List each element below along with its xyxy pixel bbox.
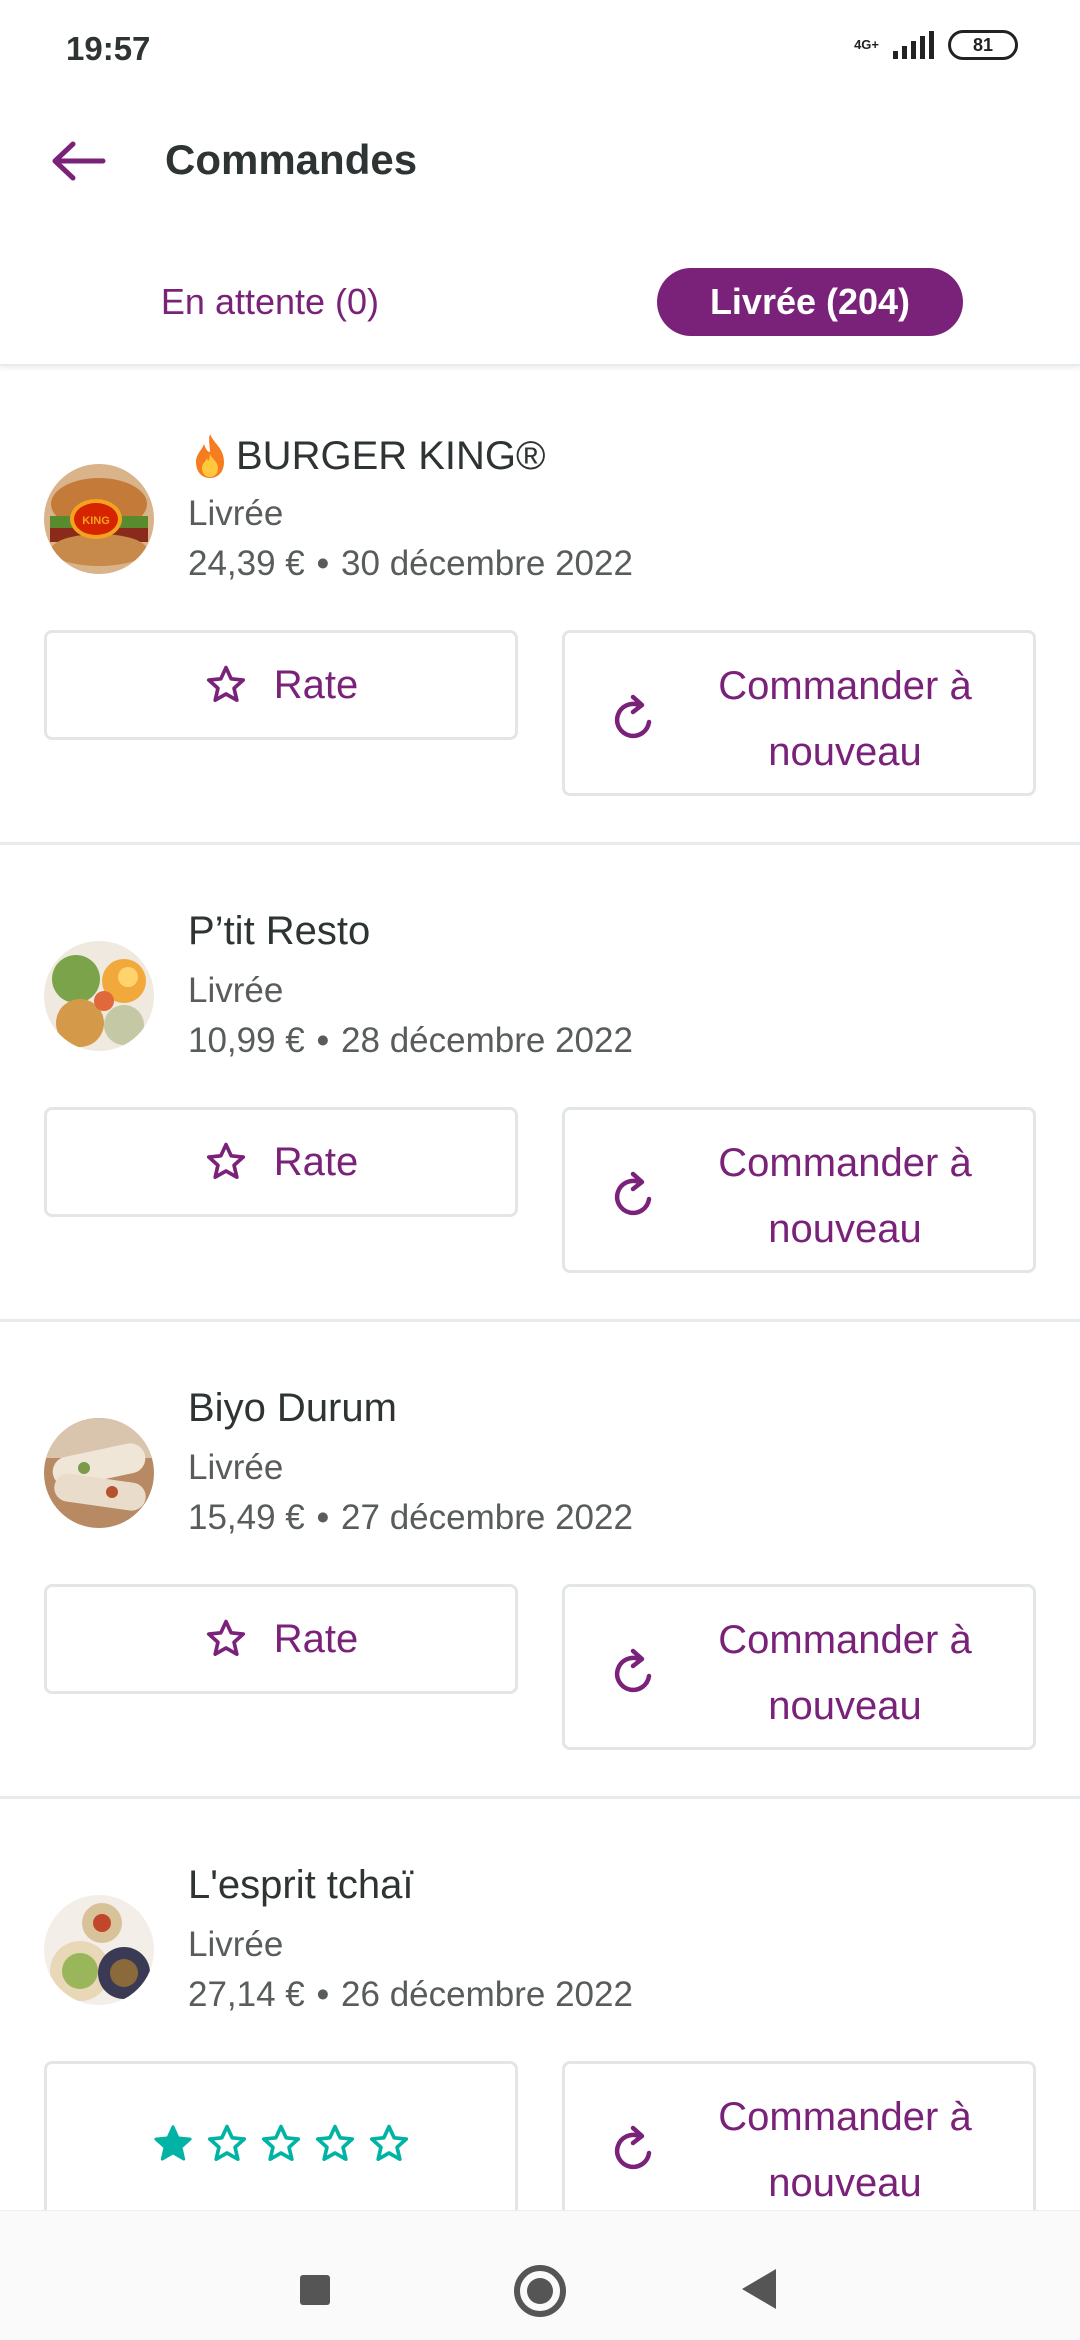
order-date: 28 décembre 2022 xyxy=(341,1021,633,1060)
rate-label: Rate xyxy=(273,662,359,707)
orders-list: KING BURGER KING® Livrée 24,39 € • 30 dé… xyxy=(0,368,1080,2276)
reorder-button[interactable]: Commander à nouveau xyxy=(562,630,1036,796)
signal-icon xyxy=(893,31,934,59)
star-outline-icon xyxy=(206,1142,245,1180)
star-outline-icon xyxy=(206,665,245,703)
tab-pending[interactable]: En attente (0) xyxy=(130,268,410,336)
reorder-button[interactable]: Commander à nouveau xyxy=(562,1584,1036,1750)
refresh-icon xyxy=(614,694,652,739)
order-date: 27 décembre 2022 xyxy=(341,1498,633,1537)
status-indicators: 4G+ 81 xyxy=(854,30,1018,60)
network-type-label: 4G+ xyxy=(854,37,879,52)
order-price: 10,99 € xyxy=(188,1021,305,1060)
reorder-button[interactable]: Commander à nouveau xyxy=(562,1107,1036,1273)
order-card[interactable]: Biyo Durum Livrée 15,49 € • 27 décembre … xyxy=(0,1322,1080,1799)
star-filled-icon xyxy=(154,2125,192,2161)
rate-label: Rate xyxy=(273,1616,359,1661)
order-status: Livrée xyxy=(188,1448,284,1487)
order-date: 26 décembre 2022 xyxy=(341,1975,633,2014)
reorder-label: Commander à nouveau xyxy=(718,664,972,774)
app-header: Commandes xyxy=(0,96,1080,226)
separator-dot: • xyxy=(316,1021,330,1060)
order-status: Livrée xyxy=(188,971,284,1010)
rate-button[interactable]: Rate xyxy=(44,1584,518,1694)
order-card[interactable]: L'esprit tchaï Livrée 27,14 € • 26 décem… xyxy=(0,1799,1080,2276)
fire-icon xyxy=(196,434,224,478)
back-button[interactable] xyxy=(44,126,114,196)
restaurant-name: Biyo Durum xyxy=(188,1386,397,1430)
star-teal-outline-icon xyxy=(369,2124,409,2162)
restaurant-name: P’tit Resto xyxy=(188,909,371,953)
order-card[interactable]: P’tit Resto Livrée 10,99 € • 28 décembre… xyxy=(0,845,1080,1322)
separator-dot: • xyxy=(316,1498,330,1537)
restaurant-avatar xyxy=(44,941,154,1051)
restaurant-name: L'esprit tchaï xyxy=(188,1863,414,1907)
refresh-icon xyxy=(614,2125,652,2170)
status-bar: 19:57 4G+ 81 xyxy=(0,0,1080,96)
star-teal-outline-icon xyxy=(207,2124,247,2162)
rating-button[interactable] xyxy=(44,2061,518,2227)
order-price: 27,14 € xyxy=(188,1975,305,2014)
separator-dot: • xyxy=(316,544,330,583)
order-tabs: En attente (0) Livrée (204) xyxy=(0,226,1080,366)
back-arrow-icon xyxy=(52,141,106,181)
order-meta: 27,14 € • 26 décembre 2022 xyxy=(188,1975,633,2015)
tab-delivered[interactable]: Livrée (204) xyxy=(657,268,963,336)
status-time: 19:57 xyxy=(66,30,151,67)
star-teal-outline-icon xyxy=(315,2124,355,2162)
order-meta: 15,49 € • 27 décembre 2022 xyxy=(188,1498,633,1538)
restaurant-avatar xyxy=(44,1895,154,2005)
order-price: 24,39 € xyxy=(188,544,305,583)
rate-button[interactable]: Rate xyxy=(44,1107,518,1217)
star-teal-outline-icon xyxy=(261,2124,301,2162)
order-date: 30 décembre 2022 xyxy=(341,544,633,583)
order-status: Livrée xyxy=(188,1925,284,1964)
battery-level: 81 xyxy=(972,34,994,55)
home-icon[interactable] xyxy=(514,2265,566,2317)
restaurant-name-row: BURGER KING® xyxy=(188,432,546,480)
recents-icon[interactable] xyxy=(300,2275,330,2305)
refresh-icon xyxy=(614,1171,652,1216)
system-nav-bar xyxy=(0,2210,1080,2340)
order-meta: 10,99 € • 28 décembre 2022 xyxy=(188,1021,633,1061)
restaurant-avatar: KING xyxy=(44,464,154,574)
page-title: Commandes xyxy=(165,136,418,183)
reorder-label: Commander à nouveau xyxy=(718,1618,972,1728)
restaurant-name-row: L'esprit tchaï xyxy=(188,1863,414,1908)
reorder-label: Commander à nouveau xyxy=(718,2095,972,2205)
system-back-icon[interactable] xyxy=(742,2269,776,2309)
star-outline-icon xyxy=(206,1619,245,1657)
rate-button[interactable]: Rate xyxy=(44,630,518,740)
rate-label: Rate xyxy=(273,1139,359,1184)
refresh-icon xyxy=(614,1648,652,1693)
reorder-label: Commander à nouveau xyxy=(718,1141,972,1251)
svg-text:KING: KING xyxy=(82,515,110,527)
restaurant-name-row: P’tit Resto xyxy=(188,909,370,954)
order-meta: 24,39 € • 30 décembre 2022 xyxy=(188,544,633,584)
restaurant-name: BURGER KING® xyxy=(236,433,546,478)
separator-dot: • xyxy=(316,1975,330,2014)
battery-icon: 81 xyxy=(948,30,1018,60)
restaurant-avatar xyxy=(44,1418,154,1528)
order-status: Livrée xyxy=(188,494,284,533)
restaurant-name-row: Biyo Durum xyxy=(188,1386,397,1431)
reorder-button[interactable]: Commander à nouveau xyxy=(562,2061,1036,2227)
order-price: 15,49 € xyxy=(188,1498,305,1537)
order-card[interactable]: KING BURGER KING® Livrée 24,39 € • 30 dé… xyxy=(0,368,1080,845)
